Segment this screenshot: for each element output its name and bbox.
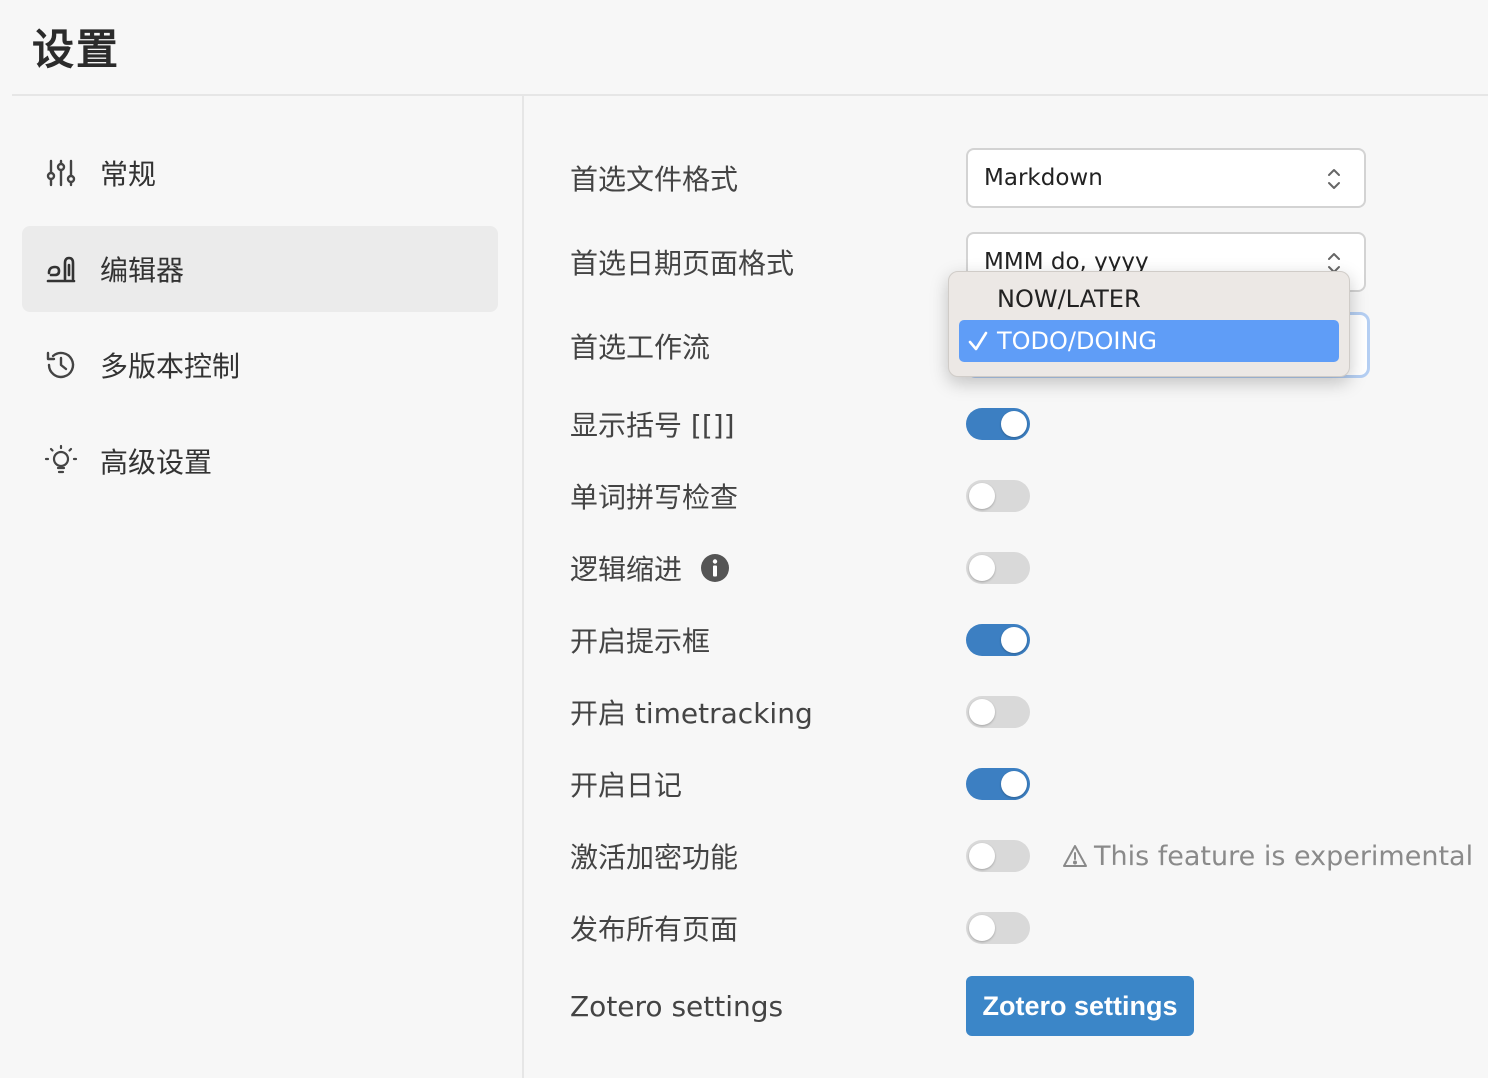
dropdown-option-now-later[interactable]: NOW/LATER (959, 278, 1339, 320)
spellcheck-toggle[interactable] (966, 480, 1030, 512)
updown-chevron-icon (1326, 165, 1342, 199)
toggle-knob (969, 483, 995, 509)
setting-row-spellcheck: 单词拼写检查 (570, 480, 966, 514)
setting-row-zotero: Zotero settings (570, 976, 966, 1036)
setting-label: 开启日记 (570, 769, 683, 802)
warning-triangle-icon (1063, 845, 1087, 867)
sidebar-item-editor[interactable]: 编辑器 (22, 226, 498, 312)
toggle-knob (969, 843, 995, 869)
setting-row-date-format: 首选日期页面格式 (570, 232, 966, 292)
toggle-knob (969, 915, 995, 941)
setting-label: 首选工作流 (570, 331, 711, 364)
setting-label: 激活加密功能 (570, 841, 739, 874)
setting-label: 显示括号 [[]] (570, 409, 735, 442)
setting-label: 开启 timetracking (570, 697, 813, 730)
editor-icon (44, 252, 78, 286)
setting-row-journals: 开启日记 (570, 768, 966, 802)
encryption-toggle[interactable] (966, 840, 1030, 872)
setting-row-workflow: 首选工作流 (570, 316, 966, 376)
option-label: NOW/LATER (997, 285, 1141, 313)
setting-label-wrap: 逻辑缩进 (570, 548, 966, 588)
history-icon (44, 348, 78, 382)
info-icon[interactable] (700, 553, 730, 583)
setting-row-brackets: 显示括号 [[]] (570, 408, 966, 442)
setting-label: 开启提示框 (570, 625, 711, 658)
toggle-knob (1001, 627, 1027, 653)
tooltips-toggle[interactable] (966, 624, 1030, 656)
zotero-settings-button[interactable]: Zotero settings (966, 976, 1194, 1036)
toggle-knob (1001, 411, 1027, 437)
sidebar: 常规 编辑器 多版本控制 高级设置 (22, 130, 498, 514)
warning-text: This feature is experimental (1094, 840, 1474, 872)
toggle-knob (1001, 771, 1027, 797)
sliders-icon (44, 156, 78, 190)
setting-row-publish-all: 发布所有页面 (570, 912, 966, 946)
workflow-dropdown-menu: NOW/LATER TODO/DOING (948, 271, 1350, 377)
toggle-knob (969, 555, 995, 581)
file-format-select[interactable]: Markdown (966, 148, 1366, 208)
sidebar-item-label: 高级设置 (100, 446, 213, 479)
journals-toggle[interactable] (966, 768, 1030, 800)
sidebar-item-label: 常规 (100, 158, 157, 191)
setting-label: 发布所有页面 (570, 913, 739, 946)
setting-row-tooltips: 开启提示框 (570, 624, 966, 658)
option-label: TODO/DOING (997, 327, 1158, 355)
dropdown-option-todo-doing[interactable]: TODO/DOING (959, 320, 1339, 362)
setting-label: 逻辑缩进 (570, 553, 683, 586)
page-title: 设置 (32, 25, 121, 74)
sidebar-item-label: 编辑器 (100, 254, 185, 287)
setting-label: 单词拼写检查 (570, 481, 739, 514)
logical-indent-toggle[interactable] (966, 552, 1030, 584)
sidebar-item-version-control[interactable]: 多版本控制 (22, 322, 498, 408)
setting-label: Zotero settings (570, 989, 784, 1023)
setting-label: 首选文件格式 (570, 163, 739, 196)
settings-window: 设置 常规 编辑器 多版本控制 高级设置 首选文件格式 Markdown 首选日… (0, 0, 1488, 1078)
toggle-knob (969, 699, 995, 725)
setting-row-timetracking: 开启 timetracking (570, 696, 966, 730)
setting-row-encryption: 激活加密功能 (570, 840, 966, 874)
sidebar-item-advanced[interactable]: 高级设置 (22, 418, 498, 504)
publish-all-toggle[interactable] (966, 912, 1030, 944)
header-divider (12, 94, 1488, 96)
lightbulb-icon (44, 444, 78, 478)
setting-row-logical-indent: 逻辑缩进 (570, 552, 966, 586)
experimental-warning: This feature is experimental (1062, 838, 1473, 874)
checkmark-icon (967, 329, 989, 359)
setting-label: 首选日期页面格式 (570, 247, 795, 280)
sidebar-item-label: 多版本控制 (100, 350, 241, 383)
timetracking-toggle[interactable] (966, 696, 1030, 728)
setting-row-file-format: 首选文件格式 (570, 148, 966, 208)
sidebar-divider (522, 96, 524, 1078)
brackets-toggle[interactable] (966, 408, 1030, 440)
select-value: Markdown (984, 165, 1103, 191)
sidebar-item-general[interactable]: 常规 (22, 130, 498, 216)
